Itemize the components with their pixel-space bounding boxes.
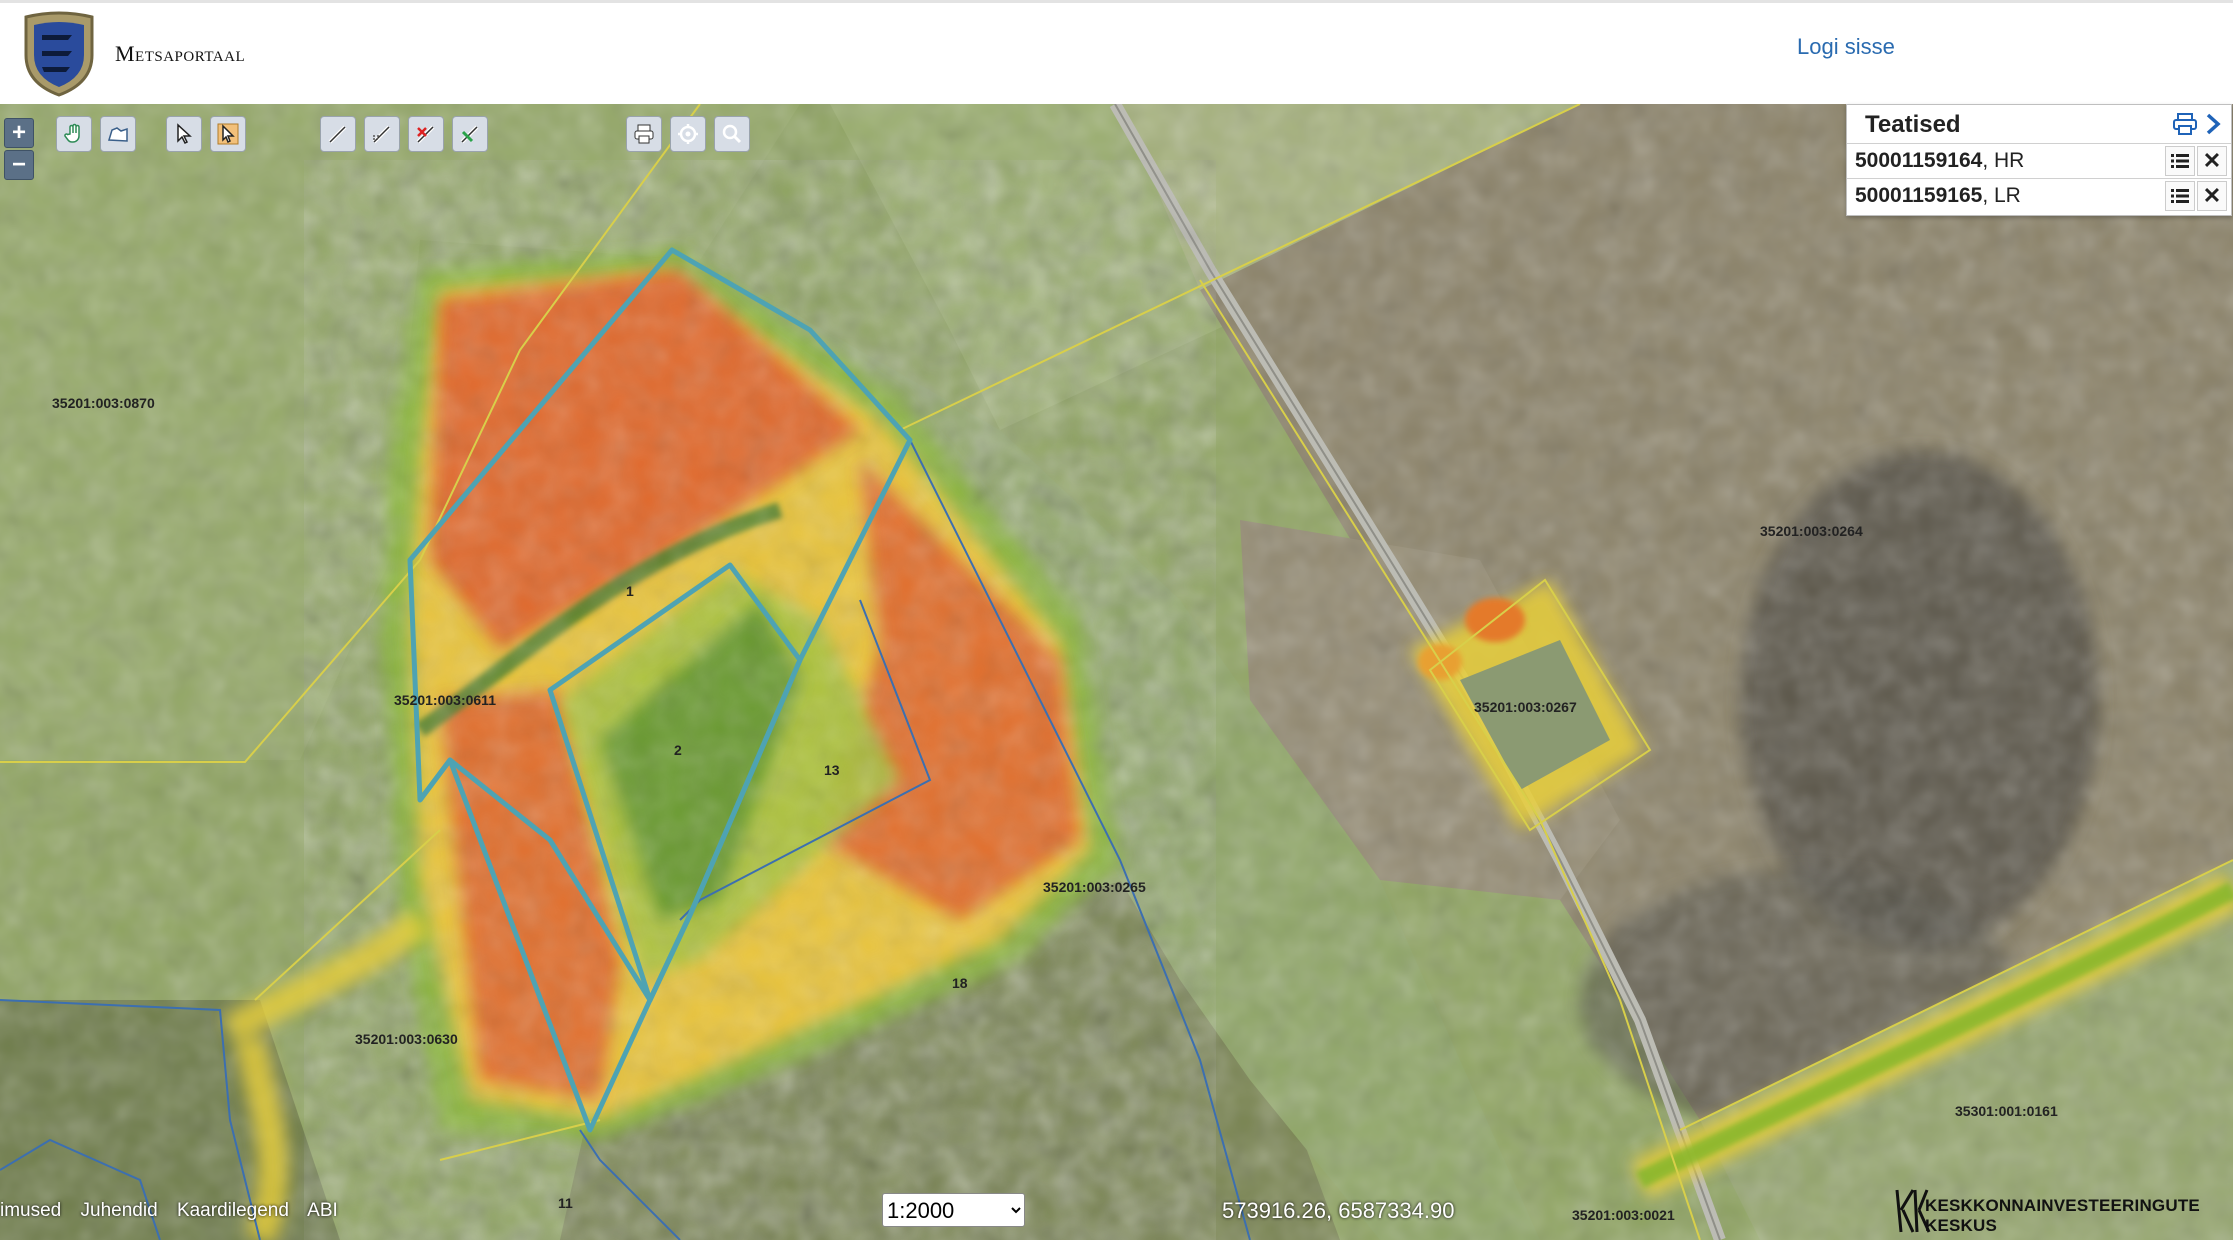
chevron-right-icon[interactable] [2203, 112, 2223, 136]
header-bar: Metsaportaal Logi sisse [0, 0, 2233, 104]
print-button[interactable] [626, 116, 662, 152]
select-button[interactable] [166, 116, 202, 152]
footer-link-guides[interactable]: Juhendid [81, 1200, 158, 1221]
pan-button[interactable] [56, 116, 92, 152]
list-icon [2171, 189, 2189, 203]
locate-button[interactable] [670, 116, 706, 152]
select-identify-icon [217, 123, 239, 145]
print-icon[interactable] [2171, 112, 2199, 136]
notice-remove-button[interactable]: ✕ [2197, 146, 2227, 176]
notices-panel: Teatised 50001159164, HR ✕ 50001159165, … [1846, 104, 2232, 216]
parcel-label: 35201:003:0611 [394, 692, 496, 708]
notice-id: 50001159165 [1855, 184, 1983, 207]
notice-remove-button[interactable]: ✕ [2197, 181, 2227, 211]
footer-link-legend[interactable]: Kaardilegend [177, 1200, 289, 1221]
notice-details-button[interactable] [2165, 181, 2195, 211]
notice-type: , LR [1982, 184, 2021, 207]
map-view[interactable]: 35201:003:0870 35201:003:0264 35201:003:… [0, 104, 2233, 1240]
aerial-map-canvas[interactable]: 35201:003:0870 35201:003:0264 35201:003:… [0, 104, 2233, 1240]
parcel-label: 35201:003:0265 [1043, 879, 1146, 895]
parcel-label: 35201:003:0630 [355, 1031, 458, 1047]
estonian-coat-of-arms-logo [24, 11, 94, 97]
scale-select[interactable]: 1:2000 [882, 1193, 1025, 1227]
pan-hand-icon [64, 123, 80, 143]
stand-label: 18 [952, 975, 968, 991]
measure-icon [460, 125, 479, 144]
draw-line-icon [328, 125, 347, 144]
notice-type: , HR [1982, 149, 2025, 172]
notice-row[interactable]: 50001159164, HR ✕ [1847, 143, 2231, 178]
draw-line-button[interactable] [320, 116, 356, 152]
footer-link-help[interactable]: ABI [307, 1200, 338, 1221]
zoom-in-button[interactable]: + [4, 118, 34, 148]
print-icon [634, 124, 654, 144]
footer-links: imused Juhendid Kaardilegend ABI [0, 1200, 352, 1222]
agency-name: KESKKONNAINVESTEERINGUTE KESKUS [1925, 1196, 2200, 1235]
parcel-label: 35201:003:0021 [1572, 1207, 1675, 1223]
zoom-out-button[interactable]: − [4, 150, 34, 180]
list-icon [2171, 154, 2189, 168]
select-pointer-icon [177, 123, 192, 145]
identify-button[interactable] [210, 116, 246, 152]
notice-row[interactable]: 50001159165, LR ✕ [1847, 178, 2231, 213]
login-link[interactable]: Logi sisse [1797, 34, 1895, 60]
close-icon: ✕ [2202, 183, 2222, 208]
parcel-label: 35201:003:0267 [1474, 699, 1577, 715]
search-icon [722, 124, 742, 144]
parcel-label: 35201:003:0870 [52, 395, 155, 411]
stand-label: 11 [558, 1195, 573, 1211]
measure-button[interactable] [452, 116, 488, 152]
notices-title: Teatised [1865, 111, 1961, 138]
coordinate-readout: 573916.26, 6587334.90 [1222, 1198, 1455, 1223]
search-button[interactable] [714, 116, 750, 152]
map-extent-icon [108, 127, 128, 142]
edit-line-icon [372, 125, 391, 144]
app-title: Metsaportaal [115, 41, 246, 66]
delete-line-button[interactable] [408, 116, 444, 152]
notice-details-button[interactable] [2165, 146, 2195, 176]
notice-id: 50001159164 [1855, 149, 1983, 172]
edit-line-button[interactable] [364, 116, 400, 152]
delete-line-icon [416, 125, 435, 144]
footer-link[interactable]: imused [0, 1200, 61, 1221]
parcel-label: 35201:003:0264 [1760, 523, 1863, 539]
stand-label: 1 [626, 583, 634, 599]
locate-icon [678, 124, 698, 144]
parcel-label: 35301:001:0161 [1955, 1103, 2058, 1119]
close-icon: ✕ [2202, 148, 2222, 173]
stand-label: 2 [674, 742, 682, 758]
stand-label: 13 [824, 762, 840, 778]
full-extent-button[interactable] [100, 116, 136, 152]
